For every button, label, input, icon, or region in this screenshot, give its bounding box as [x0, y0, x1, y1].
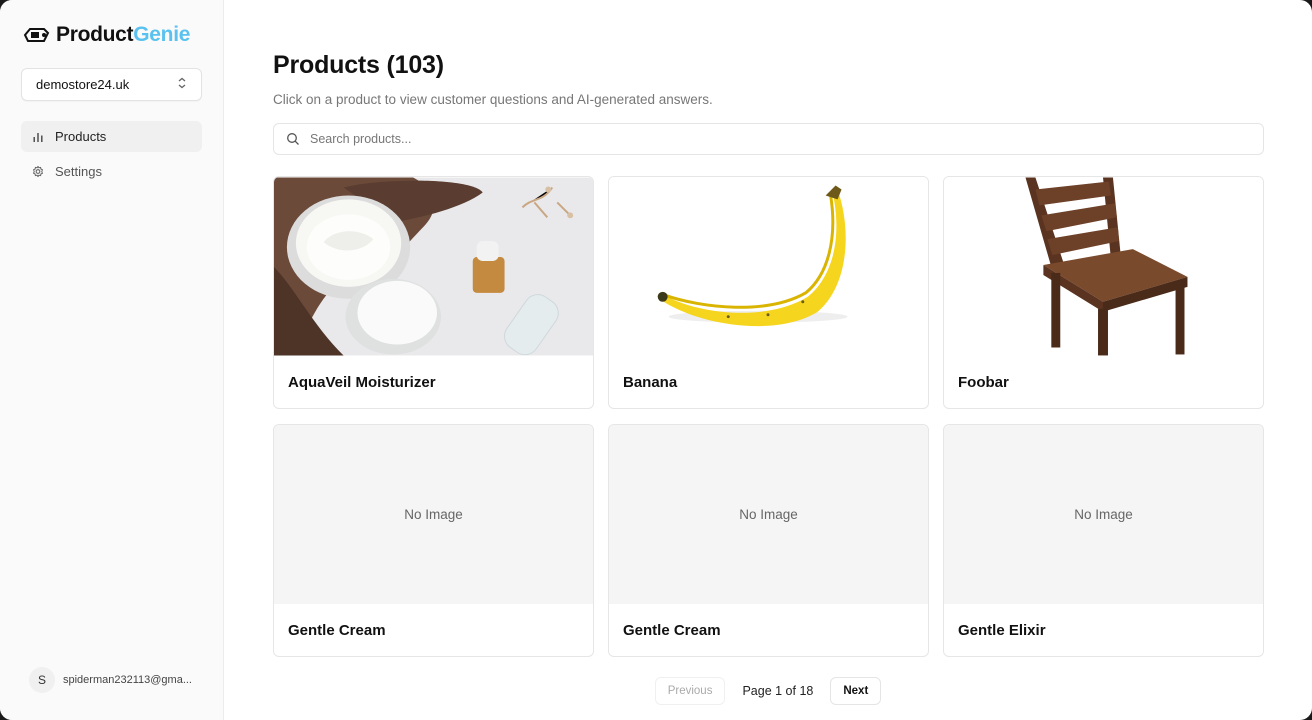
product-name: Gentle Cream	[623, 622, 721, 639]
chevron-up-down-icon	[177, 77, 187, 92]
product-name: Gentle Cream	[288, 622, 386, 639]
sidebar-item-settings[interactable]: Settings	[21, 156, 202, 187]
app-window: ProductGenie demostore24.uk Products Set…	[0, 0, 1312, 720]
sidebar: ProductGenie demostore24.uk Products Set…	[0, 0, 224, 720]
product-card[interactable]: No Image Gentle Cream	[608, 424, 929, 657]
sidebar-item-products[interactable]: Products	[21, 121, 202, 152]
image-placeholder: No Image	[944, 425, 1263, 604]
logo-text-product: Product	[56, 23, 134, 46]
image-placeholder: No Image	[274, 425, 593, 604]
product-name: Banana	[623, 374, 678, 391]
sidebar-item-label: Settings	[55, 164, 102, 179]
store-selector[interactable]: demostore24.uk	[21, 68, 202, 101]
search-input[interactable]	[310, 132, 1251, 146]
page-title: Products (103)	[273, 51, 444, 79]
page-subtitle: Click on a product to view customer ques…	[273, 92, 713, 107]
logo[interactable]: ProductGenie	[21, 20, 202, 50]
logo-text-genie: Genie	[133, 23, 191, 46]
product-card[interactable]: No Image Gentle Cream	[273, 424, 594, 657]
product-image-skincare	[274, 177, 593, 356]
no-image-label: No Image	[739, 507, 798, 522]
product-card[interactable]: Foobar	[943, 176, 1264, 409]
store-name: demostore24.uk	[36, 77, 130, 92]
avatar: S	[29, 667, 55, 693]
image-placeholder: No Image	[609, 425, 928, 604]
no-image-label: No Image	[1074, 507, 1133, 522]
product-name: AquaVeil Moisturizer	[288, 374, 436, 391]
next-button[interactable]: Next	[830, 677, 882, 705]
search-bar[interactable]	[273, 123, 1264, 155]
previous-button[interactable]: Previous	[654, 677, 726, 705]
page-indicator: Page 1 of 18	[742, 684, 814, 698]
product-name: Gentle Elixir	[958, 622, 1046, 639]
product-card[interactable]: No Image Gentle Elixir	[943, 424, 1264, 657]
product-image-banana	[609, 177, 928, 356]
genie-lamp-icon	[21, 20, 51, 50]
no-image-label: No Image	[404, 507, 463, 522]
gear-icon	[32, 165, 44, 178]
sidebar-nav: Products Settings	[21, 121, 202, 187]
product-card[interactable]: AquaVeil Moisturizer	[273, 176, 594, 409]
product-card[interactable]: Banana	[608, 176, 929, 409]
search-icon	[286, 132, 300, 146]
product-grid: AquaVeil Moisturizer Banana Foobar No Im…	[273, 176, 1264, 657]
user-menu[interactable]: S spiderman232113@gma...	[29, 667, 192, 693]
pagination: Previous Page 1 of 18 Next	[224, 677, 1312, 705]
product-image-chair	[944, 177, 1263, 356]
bar-chart-icon	[32, 131, 44, 143]
sidebar-item-label: Products	[55, 129, 107, 144]
main-content: Products (103) Click on a product to vie…	[224, 0, 1312, 720]
user-email: spiderman232113@gma...	[63, 674, 192, 686]
product-name: Foobar	[958, 374, 1009, 391]
